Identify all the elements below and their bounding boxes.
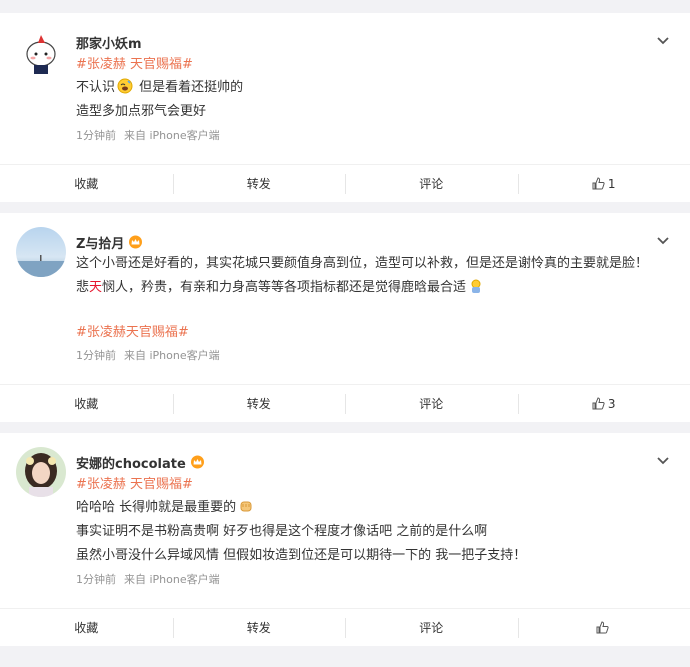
source: 来自 iPhone客户端: [124, 129, 220, 142]
action-bar: 收藏 转发 评论: [0, 608, 690, 646]
comment-card: Z与拾月 这个小哥还是好看的，其实花城只要颜值身高到位，造型可以补救，但是还是谢…: [0, 213, 690, 422]
crown-badge-icon: [190, 455, 204, 469]
action-bar: 收藏 转发 评论 3: [0, 384, 690, 422]
topic-tag[interactable]: #张凌赫 天官赐福#: [76, 474, 690, 496]
comment-text: 这个小哥还是好看的，其实花城只要颜值身高到位，造型可以补救，但是还是谢怜真的主要…: [76, 256, 649, 295]
collect-button[interactable]: 收藏: [0, 617, 173, 639]
comment-text: 哈哈哈 长得帅就是最重要的: [76, 496, 690, 520]
collect-button[interactable]: 收藏: [0, 393, 173, 415]
comment-card: 安娜的chocolate #张凌赫 天官赐福# 哈哈哈 长得帅就是最重要的 事实…: [0, 433, 690, 646]
timestamp: 1分钟前: [76, 573, 116, 586]
comment-meta: 1分钟前 来自 iPhone客户端: [76, 126, 690, 146]
comment-button[interactable]: 评论: [345, 617, 518, 639]
comment-button[interactable]: 评论: [345, 393, 518, 415]
comment-meta: 1分钟前 来自 iPhone客户端: [76, 570, 690, 590]
thumbs-up-icon: [596, 620, 609, 633]
topic-tag[interactable]: #张凌赫天官赐福#: [76, 322, 690, 344]
comment-text: 虽然小哥没什么异域风情 但假如妆造到位还是可以期待一下的 我一把子支持！: [76, 548, 527, 563]
source: 来自 iPhone客户端: [124, 573, 220, 586]
like-count: 1: [607, 176, 616, 191]
comment-text: 事实证明不是书粉高贵啊 好歹也得是这个程度才像话吧 之前的是什么啊: [76, 524, 488, 539]
laughing-emoji-icon: [117, 78, 133, 94]
thumbs-up-icon: [592, 396, 605, 409]
chevron-down-icon[interactable]: [656, 456, 670, 466]
username[interactable]: 安娜的chocolate: [76, 453, 186, 472]
action-bar: 收藏 转发 评论 1: [0, 164, 690, 202]
portrait-avatar-icon: [16, 447, 66, 497]
timestamp: 1分钟前: [76, 129, 116, 142]
source: 来自 iPhone客户端: [124, 349, 220, 362]
thumbs-up-icon: [592, 176, 605, 189]
landscape-avatar-icon: [16, 227, 66, 277]
bowing-emoji-icon: [471, 279, 481, 293]
comment-text: 造型多加点邪气会更好: [76, 104, 207, 119]
like-button[interactable]: [517, 617, 690, 639]
comment-button[interactable]: 评论: [345, 173, 518, 195]
crown-badge-icon: [129, 235, 143, 249]
repost-button[interactable]: 转发: [172, 617, 346, 639]
username[interactable]: Z与拾月: [76, 233, 124, 252]
avatar[interactable]: [16, 227, 66, 277]
chevron-down-icon[interactable]: [656, 236, 670, 246]
topic-tag[interactable]: #张凌赫 天官赐福#: [76, 54, 690, 76]
avatar[interactable]: [16, 447, 66, 497]
username[interactable]: 那家小妖m: [76, 33, 142, 52]
like-button[interactable]: 1: [517, 173, 690, 195]
timestamp: 1分钟前: [76, 349, 116, 362]
collect-button[interactable]: 收藏: [0, 173, 173, 195]
comment-text: 不认识 但是看着还挺帅的: [76, 78, 244, 95]
like-count: 3: [607, 396, 616, 411]
fist-emoji-icon: [240, 501, 252, 512]
repost-button[interactable]: 转发: [172, 173, 346, 195]
cartoon-avatar-icon: [16, 27, 66, 77]
comment-meta: 1分钟前 来自 iPhone客户端: [76, 346, 690, 366]
like-button[interactable]: 3: [517, 393, 690, 415]
repost-button[interactable]: 转发: [172, 393, 346, 415]
chevron-down-icon[interactable]: [656, 36, 670, 46]
comment-card: 那家小妖m #张凌赫 天官赐福# 不认识 但是看着还挺帅的 造型多加点邪气会更好…: [0, 13, 690, 202]
avatar[interactable]: [16, 27, 66, 77]
